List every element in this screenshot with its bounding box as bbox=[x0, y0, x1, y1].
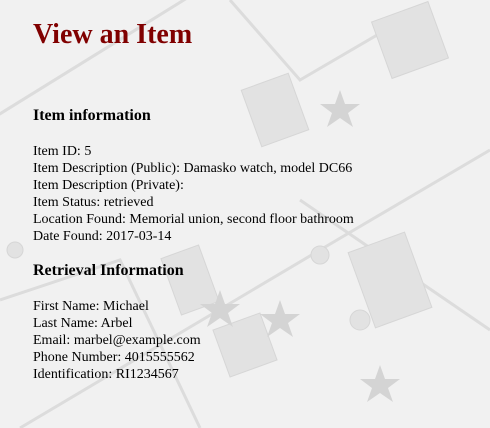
date-found: Date Found: 2017-03-14 bbox=[33, 229, 172, 244]
item-id: Item ID: 5 bbox=[33, 144, 92, 159]
page-title: View an Item bbox=[33, 19, 193, 50]
first-name: First Name: Michael bbox=[33, 299, 149, 314]
retrieval-information-list: First Name: Michael Last Name: Arbel Ema… bbox=[33, 298, 201, 383]
item-information-list: Item ID: 5 Item Description (Public): Da… bbox=[33, 143, 354, 245]
identification: Identification: RI1234567 bbox=[33, 367, 179, 382]
phone-number: Phone Number: 4015555562 bbox=[33, 350, 195, 365]
email: Email: marbel@example.com bbox=[33, 333, 201, 348]
location-found: Location Found: Memorial union, second f… bbox=[33, 212, 354, 227]
item-description-public: Item Description (Public): Damasko watch… bbox=[33, 161, 353, 176]
item-information-heading: Item information bbox=[33, 107, 151, 124]
last-name: Last Name: Arbel bbox=[33, 316, 133, 331]
item-description-private: Item Description (Private): bbox=[33, 178, 184, 193]
item-status: Item Status: retrieved bbox=[33, 195, 154, 210]
retrieval-information-heading: Retrieval Information bbox=[33, 262, 184, 279]
